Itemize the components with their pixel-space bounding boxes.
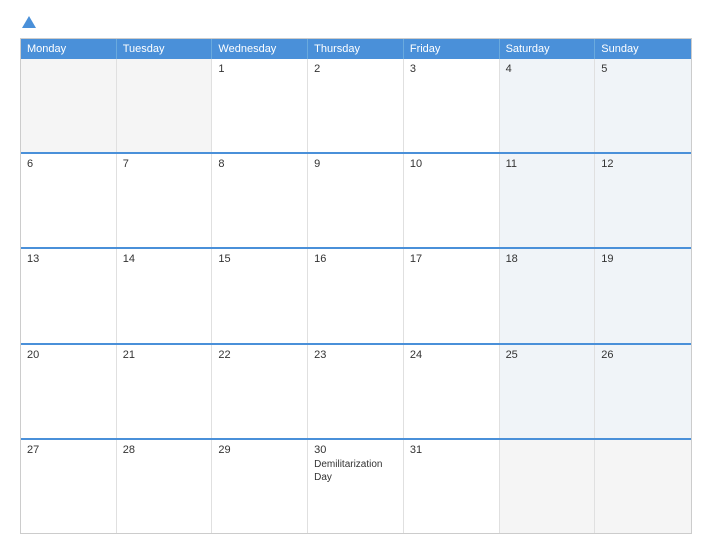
- header-day-sunday: Sunday: [595, 39, 691, 59]
- header-day-friday: Friday: [404, 39, 500, 59]
- calendar-cell: 21: [117, 345, 213, 438]
- day-number: 5: [601, 63, 685, 75]
- calendar-cell: 18: [500, 249, 596, 342]
- calendar-cell: 23: [308, 345, 404, 438]
- calendar-cell: 20: [21, 345, 117, 438]
- day-number: 1: [218, 63, 301, 75]
- calendar-week-3: 13 14 15 16 17 18 19: [21, 247, 691, 342]
- calendar-cell: 22: [212, 345, 308, 438]
- day-number: 4: [506, 63, 589, 75]
- day-number: 28: [123, 444, 206, 456]
- header-day-thursday: Thursday: [308, 39, 404, 59]
- day-number: 3: [410, 63, 493, 75]
- day-number: 17: [410, 253, 493, 265]
- day-number: 11: [506, 158, 589, 170]
- calendar-cell: 8: [212, 154, 308, 247]
- calendar-cell: 9: [308, 154, 404, 247]
- calendar-body: 1234567891011121314151617181920212223242…: [21, 59, 691, 533]
- day-number: 16: [314, 253, 397, 265]
- day-number: 20: [27, 349, 110, 361]
- day-number: 18: [506, 253, 589, 265]
- day-number: 8: [218, 158, 301, 170]
- calendar-cell: 16: [308, 249, 404, 342]
- calendar-cell: 5: [595, 59, 691, 152]
- day-number: 30: [314, 444, 397, 456]
- calendar-cell: 31: [404, 440, 500, 533]
- calendar-week-1: 1 2 3 45: [21, 59, 691, 152]
- day-number: 9: [314, 158, 397, 170]
- calendar-cell: 24: [404, 345, 500, 438]
- calendar-page: MondayTuesdayWednesdayThursdayFridaySatu…: [0, 0, 712, 550]
- calendar-cell: [117, 59, 213, 152]
- calendar-cell: 7: [117, 154, 213, 247]
- calendar-cell: 6: [21, 154, 117, 247]
- day-number: 2: [314, 63, 397, 75]
- calendar-cell: 1: [212, 59, 308, 152]
- day-number: 25: [506, 349, 589, 361]
- day-number: 19: [601, 253, 685, 265]
- calendar-cell: 28: [117, 440, 213, 533]
- day-number: 27: [27, 444, 110, 456]
- calendar-week-2: 6 78 9 10 11 12: [21, 152, 691, 247]
- calendar-cell: 19: [595, 249, 691, 342]
- logo: [20, 16, 36, 28]
- header-day-monday: Monday: [21, 39, 117, 59]
- calendar-week-5: 27 28 29 30 Demilitarization Day 31: [21, 438, 691, 533]
- day-number: 24: [410, 349, 493, 361]
- calendar-cell: 26: [595, 345, 691, 438]
- calendar-cell: 3: [404, 59, 500, 152]
- calendar-cell: 27: [21, 440, 117, 533]
- day-number: 13: [27, 253, 110, 265]
- day-number: 14: [123, 253, 206, 265]
- calendar-cell: 4: [500, 59, 596, 152]
- calendar-cell: 11: [500, 154, 596, 247]
- day-number: 26: [601, 349, 685, 361]
- page-header: [20, 16, 692, 28]
- day-number: 7: [123, 158, 206, 170]
- header-day-saturday: Saturday: [500, 39, 596, 59]
- calendar-cell: 25: [500, 345, 596, 438]
- day-event: Demilitarization Day: [314, 458, 397, 484]
- calendar-cell: 13: [21, 249, 117, 342]
- calendar-cell: 15: [212, 249, 308, 342]
- day-number: 10: [410, 158, 493, 170]
- day-number: 21: [123, 349, 206, 361]
- calendar-cell: 17: [404, 249, 500, 342]
- header-day-wednesday: Wednesday: [212, 39, 308, 59]
- calendar-cell: [500, 440, 596, 533]
- calendar-cell: 14: [117, 249, 213, 342]
- calendar-cell: 2: [308, 59, 404, 152]
- calendar-cell: 10: [404, 154, 500, 247]
- calendar-cell: 12: [595, 154, 691, 247]
- day-number: 29: [218, 444, 301, 456]
- calendar-cell: 29: [212, 440, 308, 533]
- day-number: 15: [218, 253, 301, 265]
- header-day-tuesday: Tuesday: [117, 39, 213, 59]
- day-number: 23: [314, 349, 397, 361]
- calendar-grid: MondayTuesdayWednesdayThursdayFridaySatu…: [20, 38, 692, 534]
- day-number: 6: [27, 158, 110, 170]
- day-number: 31: [410, 444, 493, 456]
- calendar-week-4: 20 21 22 23 24 25 26: [21, 343, 691, 438]
- calendar-cell: 30 Demilitarization Day: [308, 440, 404, 533]
- day-number: 22: [218, 349, 301, 361]
- calendar-cell: [595, 440, 691, 533]
- logo-triangle-icon: [22, 16, 36, 28]
- calendar-header: MondayTuesdayWednesdayThursdayFridaySatu…: [21, 39, 691, 59]
- day-number: 12: [601, 158, 685, 170]
- calendar-cell: [21, 59, 117, 152]
